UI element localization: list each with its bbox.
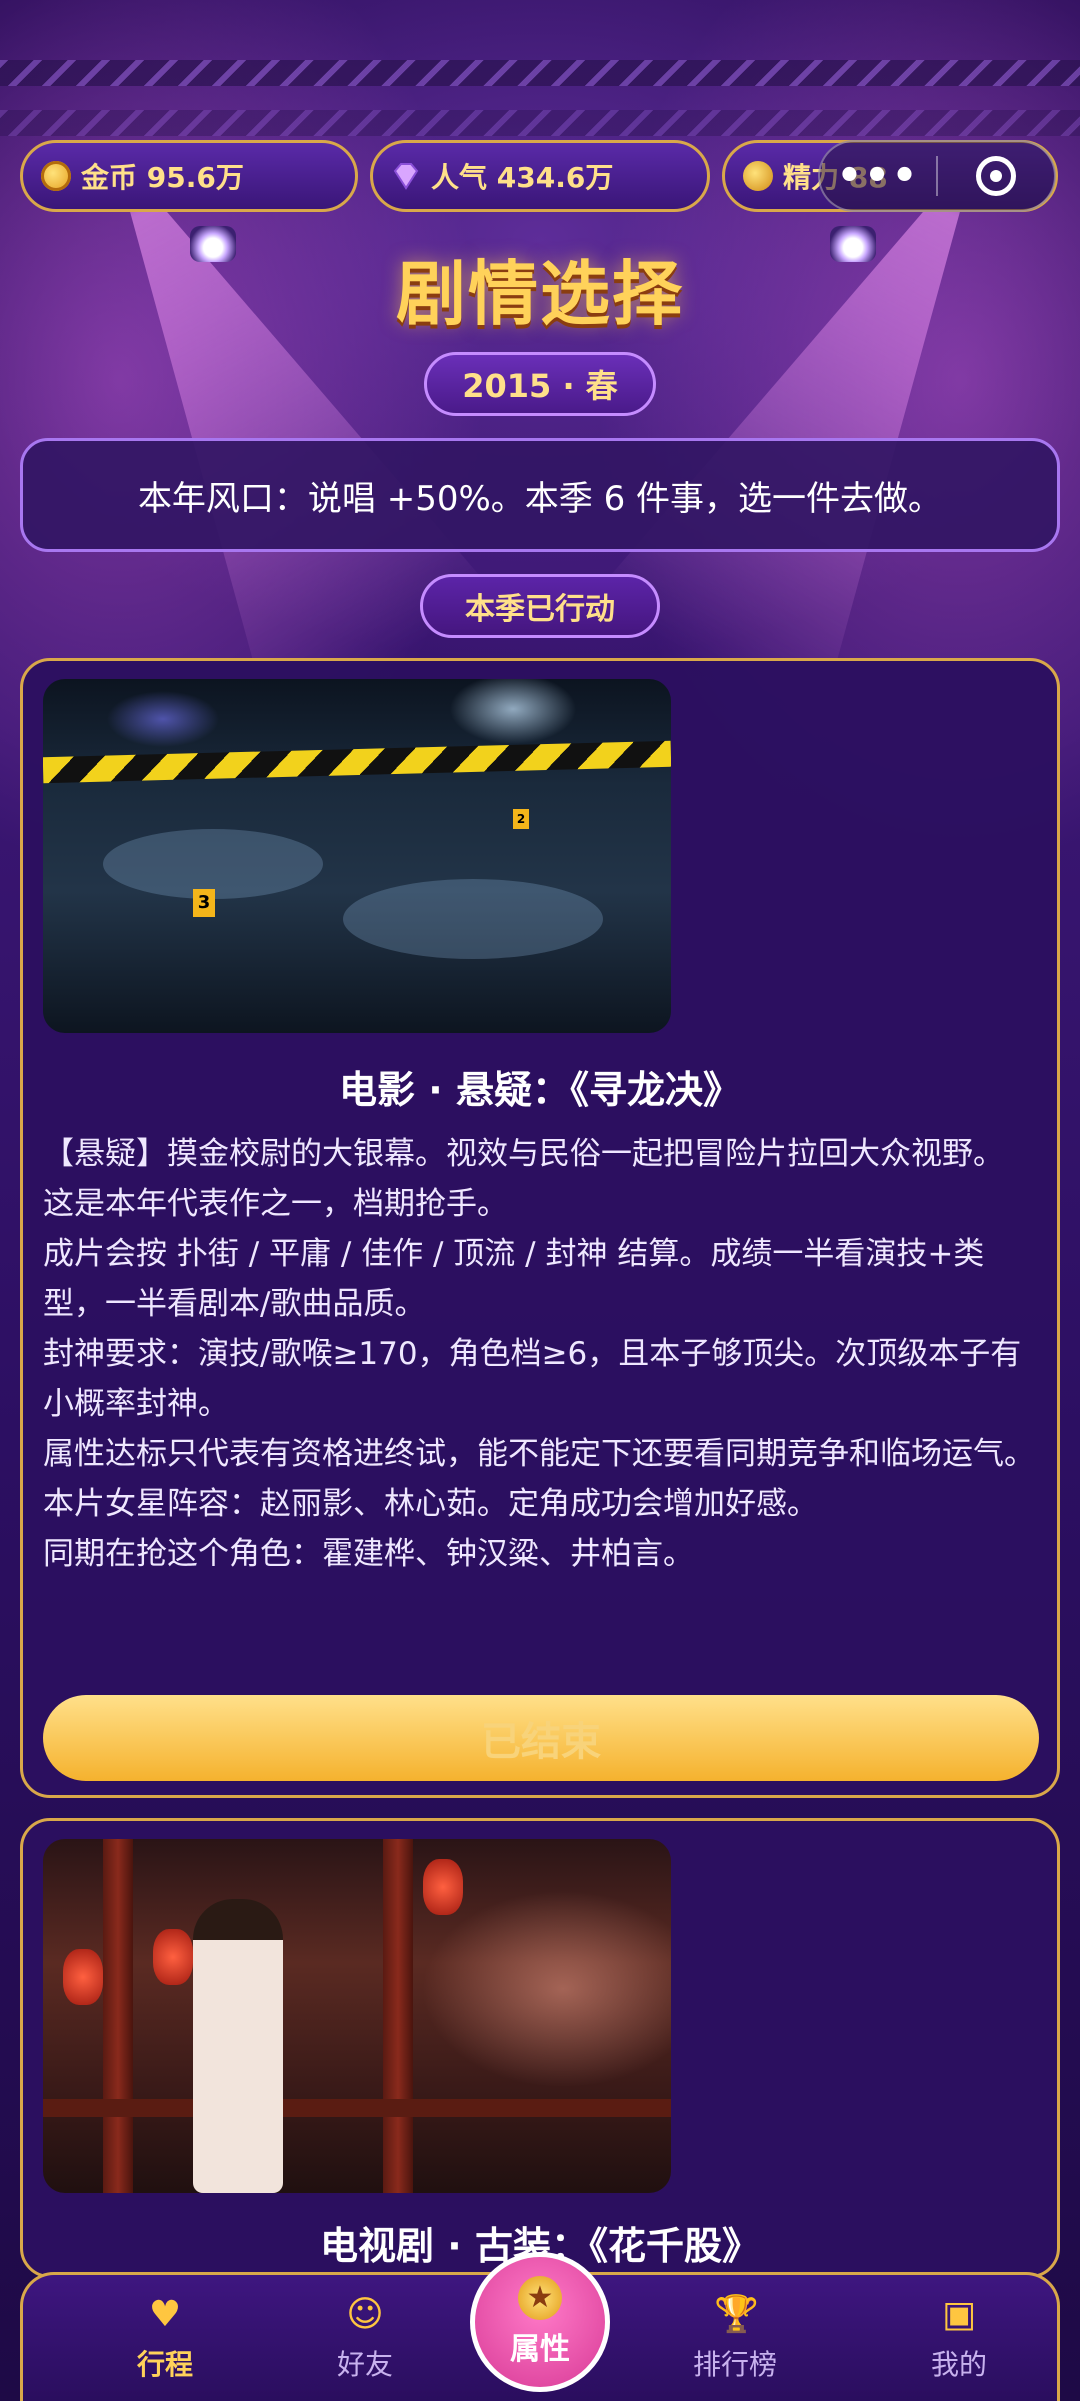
spotlight-beam-left xyxy=(25,139,499,720)
crime-scene-image: 3 2 xyxy=(43,679,671,1033)
desc-line: 【悬疑】摸金校尉的大银幕。视效与民俗一起把冒险片拉回大众视野。 xyxy=(43,1136,1004,1172)
nav-item-attributes[interactable]: ★ 属性 xyxy=(470,2252,610,2392)
more-menu-button[interactable]: ••• xyxy=(820,156,936,196)
nav-label: 排行榜 xyxy=(692,2348,777,2381)
coin-icon xyxy=(41,161,71,191)
heart-icon: ♥ xyxy=(148,2294,182,2335)
season-badge: 2015 · 春 xyxy=(424,352,656,416)
coins-value: 金币 95.6万 xyxy=(81,161,244,194)
desc-line: 属性达标只代表有资格进终试，能不能定下还要看同期竞争和临场运气。 xyxy=(43,1436,1035,1472)
popularity-value: 人气 434.6万 xyxy=(431,161,614,194)
nav-item-mine[interactable]: ▣ 我的 xyxy=(879,2295,1039,2383)
spotlight-beam-right xyxy=(591,139,1065,720)
page-title: 剧情选择 xyxy=(396,253,684,335)
nav-item-schedule[interactable]: ♥ 行程 xyxy=(85,2295,245,2383)
nav-label: 行程 xyxy=(136,2348,193,2381)
desc-line: 封神要求：演技/歌喉≥170，角色档≥6，且本子够顶尖。次顶级本子有小概率封神。 xyxy=(43,1336,1022,1422)
notice-banner: 本年风口：说唱 +50%。本季 6 件事，选一件去做。 xyxy=(20,438,1060,552)
stage-truss-bottom xyxy=(0,110,1080,136)
nav-item-friends[interactable]: ☺ 好友 xyxy=(285,2295,445,2383)
desc-line: 本片女星阵容：赵丽影、林心茹。定角成功会增加好感。 xyxy=(43,1486,818,1522)
trophy-icon: 🏆 xyxy=(714,2294,759,2335)
desc-line: 成片会按 扑街 / 平庸 / 佳作 / 顶流 / 封神 结算。成绩一半看演技+类… xyxy=(43,1236,985,1322)
card-title: 电影 · 悬疑：《寻龙决》 xyxy=(339,1068,741,1112)
nav-label: 好友 xyxy=(336,2348,393,2381)
stage-truss-top xyxy=(0,60,1080,86)
popularity-pill[interactable]: 人气 434.6万 xyxy=(370,140,710,212)
story-card: 3 2 电影 · 悬疑：《寻龙决》 【悬疑】摸金校尉的大银幕。视效与民俗一起把冒… xyxy=(20,658,1060,1798)
nav-label: 我的 xyxy=(930,2348,987,2381)
star-icon: ★ xyxy=(518,2276,562,2320)
ended-button[interactable]: 已结束 xyxy=(43,1695,1039,1781)
target-icon xyxy=(975,156,1016,196)
coins-pill[interactable]: 金币 95.6万 xyxy=(20,140,358,212)
diamond-icon xyxy=(391,161,421,191)
card-description: 【悬疑】摸金校尉的大银幕。视效与民俗一起把冒险片拉回大众视野。 这是本年代表作之… xyxy=(43,1129,1043,1579)
close-miniprogram-button[interactable] xyxy=(938,156,1054,196)
desc-line: 这是本年代表作之一，档期抢手。 xyxy=(43,1186,508,1222)
nav-item-ranking[interactable]: 🏆 排行榜 xyxy=(655,2295,815,2383)
story-card: 电视剧 · 古装：《花千股》 xyxy=(20,1818,1060,2278)
backpack-icon: ▣ xyxy=(941,2294,976,2335)
energy-icon xyxy=(743,161,773,191)
friends-icon: ☺ xyxy=(346,2294,384,2335)
status-badge: 本季已行动 xyxy=(420,574,660,638)
nav-label: 属性 xyxy=(510,2332,570,2367)
palace-scene-image xyxy=(43,1839,671,2193)
desc-line: 同期在抢这个角色：霍建桦、钟汉粱、井柏言。 xyxy=(43,1536,694,1572)
miniprogram-capsule: ••• xyxy=(818,140,1056,212)
